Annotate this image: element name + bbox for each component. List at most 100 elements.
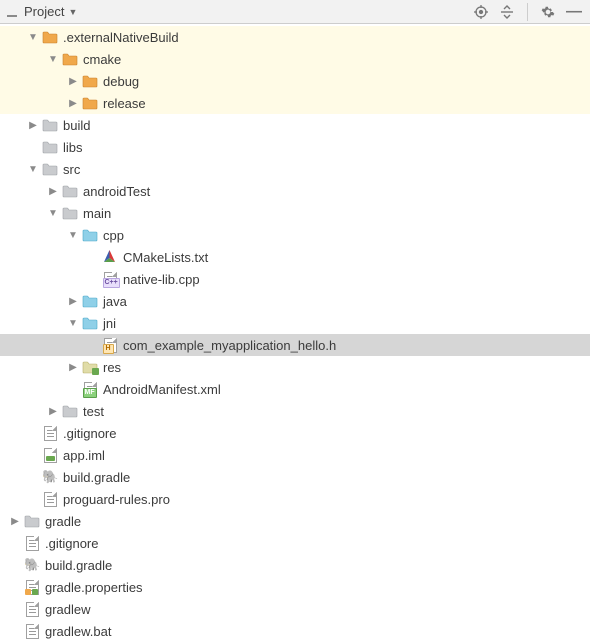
tree-row[interactable]: ▶ androidTest [0,180,590,202]
tree-item-label: native-lib.cpp [123,272,200,287]
tree-row[interactable]: ▶ release [0,92,590,114]
tree-item-label: gradlew [45,602,91,617]
tree-item-label: libs [63,140,83,155]
folder-blue-icon [82,293,98,309]
tree-item-label: test [83,404,104,419]
folder-orange-icon [82,73,98,89]
tree-row[interactable]: ▶🐘build.gradle [0,466,590,488]
tree-item-label: debug [103,74,139,89]
project-title: Project [24,4,64,19]
tree-row[interactable]: ▶gradle.properties [0,576,590,598]
tree-item-label: cpp [103,228,124,243]
cmake-icon [102,249,118,265]
disclosure-arrow-icon[interactable]: ▶ [26,118,40,132]
tree-row[interactable]: ▶proguard-rules.pro [0,488,590,510]
tree-row[interactable]: ▼ jni [0,312,590,334]
folder-grey-icon [42,139,58,155]
chevron-down-icon: ▼ [68,7,77,17]
disclosure-arrow-icon[interactable]: ▶ [66,294,80,308]
disclosure-arrow-icon[interactable]: ▶ [8,514,22,528]
folder-grey-icon [62,183,78,199]
gear-icon[interactable] [540,4,556,20]
tree-row[interactable]: ▶.gitignore [0,422,590,444]
tree-row[interactable]: ▶C++native-lib.cpp [0,268,590,290]
tree-item-label: cmake [83,52,121,67]
disclosure-arrow-icon[interactable]: ▼ [26,162,40,176]
cpp-icon: C++ [102,271,118,287]
gradle-icon: 🐘 [42,469,58,485]
folder-blue-icon [82,315,98,331]
disclosure-arrow-icon[interactable]: ▼ [46,52,60,66]
tree-row[interactable]: ▼ cpp [0,224,590,246]
tree-row[interactable]: ▶CMakeLists.txt [0,246,590,268]
tree-item-label: gradle.properties [45,580,143,595]
collapse-all-icon[interactable] [499,4,515,20]
tree-row[interactable]: ▶gradlew.bat [0,620,590,642]
folder-grey-icon [62,205,78,221]
file-icon [42,491,58,507]
project-tree[interactable]: ▼ .externalNativeBuild▼ cmake▶ debug▶ re… [0,24,590,642]
tree-row[interactable]: ▼ main [0,202,590,224]
tree-row[interactable]: ▶.gitignore [0,532,590,554]
hfile-icon: H [102,337,118,353]
tree-item-label: res [103,360,121,375]
tree-row[interactable]: ▶app.iml [0,444,590,466]
tree-row[interactable]: ▼ .externalNativeBuild [0,26,590,48]
file-icon [42,425,58,441]
tree-row[interactable]: ▼ cmake [0,48,590,70]
prop-icon [24,579,40,595]
target-icon[interactable] [473,4,489,20]
tree-row[interactable]: ▶ res [0,356,590,378]
tree-item-label: build.gradle [45,558,112,573]
tree-row[interactable]: ▶ gradle [0,510,590,532]
tree-item-label: release [103,96,146,111]
disclosure-arrow-icon[interactable]: ▼ [66,228,80,242]
tree-item-label: build.gradle [63,470,130,485]
tree-item-label: gradle [45,514,81,529]
disclosure-arrow-icon[interactable]: ▼ [26,30,40,44]
tree-row[interactable]: ▶Hcom_example_myapplication_hello.h [0,334,590,356]
disclosure-arrow-icon[interactable]: ▶ [66,96,80,110]
tree-item-label: CMakeLists.txt [123,250,208,265]
separator [527,3,528,21]
folder-grey-icon [42,117,58,133]
tree-item-label: build [63,118,90,133]
tree-item-label: src [63,162,80,177]
tree-item-label: app.iml [63,448,105,463]
tree-item-label: .gitignore [63,426,116,441]
disclosure-arrow-icon[interactable]: ▼ [66,316,80,330]
tree-row[interactable]: ▶gradlew [0,598,590,620]
tree-row[interactable]: ▶ test [0,400,590,422]
file-icon [24,535,40,551]
folder-blue-icon [82,227,98,243]
tree-row[interactable]: ▶ build [0,114,590,136]
file-icon [24,601,40,617]
folder-grey-icon [24,513,40,529]
tree-row[interactable]: ▶ java [0,290,590,312]
tree-row[interactable]: ▶MFAndroidManifest.xml [0,378,590,400]
tree-item-label: com_example_myapplication_hello.h [123,338,336,353]
disclosure-arrow-icon[interactable]: ▶ [66,360,80,374]
tree-row[interactable]: ▶ debug [0,70,590,92]
tree-item-label: .gitignore [45,536,98,551]
tree-item-label: java [103,294,127,309]
folder-orange-icon [82,95,98,111]
folder-orange-icon [42,29,58,45]
toolbar: Project ▼ — [0,0,590,24]
tree-row[interactable]: ▶🐘build.gradle [0,554,590,576]
disclosure-arrow-icon[interactable]: ▶ [46,404,60,418]
project-dropdown[interactable]: Project ▼ [22,4,81,19]
disclosure-arrow-icon[interactable]: ▶ [46,184,60,198]
panel-min-icon[interactable] [4,4,20,20]
tree-item-label: jni [103,316,116,331]
disclosure-arrow-icon[interactable]: ▶ [66,74,80,88]
hide-icon[interactable]: — [566,4,582,20]
tree-row[interactable]: ▼ src [0,158,590,180]
tree-item-label: androidTest [83,184,150,199]
file-icon [24,623,40,639]
tree-item-label: main [83,206,111,221]
disclosure-arrow-icon[interactable]: ▼ [46,206,60,220]
tree-row[interactable]: ▶ libs [0,136,590,158]
tree-item-label: AndroidManifest.xml [103,382,221,397]
iml-icon [42,447,58,463]
